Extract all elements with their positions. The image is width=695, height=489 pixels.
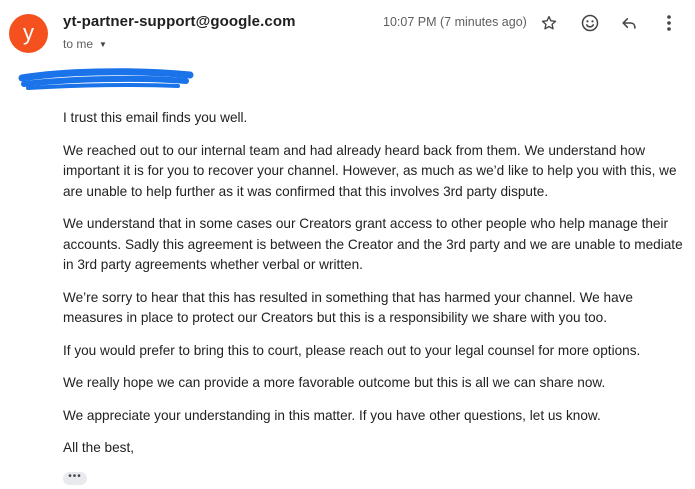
body-paragraph: We really hope we can provide a more fav… (63, 375, 606, 390)
body-paragraph: We understand that in some cases our Cre… (63, 216, 683, 272)
sign-off: All the best, (63, 440, 135, 455)
body-paragraph: If you would prefer to bring this to cou… (63, 342, 641, 358)
more-vert-icon (667, 15, 671, 31)
body-paragraph: We’re sorry to hear that this has result… (63, 289, 633, 326)
sender-address[interactable]: yt-partner-support@google.com (63, 13, 296, 30)
recipient-label: to me (63, 37, 94, 51)
reply-button[interactable] (616, 10, 642, 36)
message-timestamp: 10:07 PM (7 minutes ago) (383, 15, 527, 29)
message-body: I trust this email finds you well. We re… (63, 108, 683, 471)
add-reaction-button[interactable] (577, 10, 603, 36)
reply-icon (622, 18, 636, 29)
show-trimmed-content-button[interactable]: ••• (63, 472, 87, 485)
body-paragraph: I trust this email finds you well. (63, 110, 248, 125)
more-options-button[interactable] (656, 10, 682, 36)
star-icon (541, 15, 557, 30)
sender-avatar[interactable]: y (9, 14, 48, 53)
redaction-scribble (18, 68, 194, 90)
body-paragraph: We appreciate your understanding in this… (63, 407, 601, 423)
star-button[interactable] (536, 10, 562, 36)
recipient-toggle[interactable]: to me ▼ (63, 37, 107, 51)
emoji-icon (581, 14, 599, 32)
chevron-down-icon: ▼ (99, 39, 107, 49)
body-paragraph: We reached out to our internal team and … (63, 142, 677, 199)
message-header: y yt-partner-support@google.com to me ▼ … (0, 0, 695, 60)
